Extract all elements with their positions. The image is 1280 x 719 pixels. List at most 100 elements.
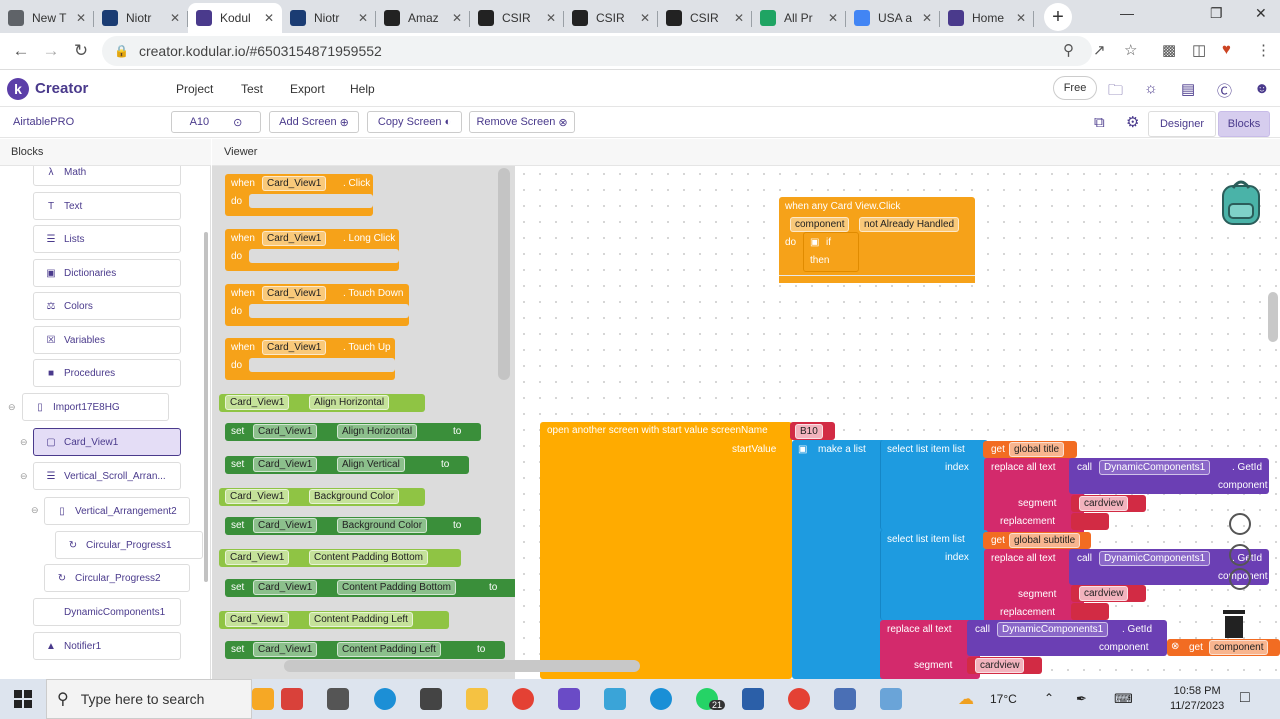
close-tab-icon[interactable]: ✕ xyxy=(640,11,650,25)
remove-screen-button[interactable]: Remove Screen ⊗ xyxy=(469,111,575,133)
add-screen-button[interactable]: Add Screen ⊕ xyxy=(269,111,359,133)
close-tab-icon[interactable]: ✕ xyxy=(264,11,274,25)
side-panel-icon[interactable]: ◫ xyxy=(1192,41,1206,59)
component-chip[interactable]: Card_View1 xyxy=(225,489,290,504)
screenshot-icon[interactable]: ⧉ xyxy=(1094,114,1105,131)
pen-icon[interactable]: ✒ xyxy=(1076,691,1087,707)
getter-block[interactable]: Card_View1 Content Padding Left xyxy=(219,611,449,629)
text-empty-block-2[interactable] xyxy=(1071,603,1109,620)
dyn3-chip[interactable]: DynamicComponents1 xyxy=(997,622,1109,637)
property-chip[interactable]: Align Horizontal xyxy=(337,424,418,439)
app-icon[interactable] xyxy=(604,688,626,710)
setter-block[interactable]: set Card_View1 Content Padding Bottom to xyxy=(225,579,515,597)
global-subtitle-chip[interactable]: global subtitle xyxy=(1009,533,1081,548)
close-tab-icon[interactable]: ✕ xyxy=(358,11,368,25)
component-chip[interactable]: Card_View1 xyxy=(253,580,318,595)
browser-tab[interactable]: USA a ✕ xyxy=(846,3,940,33)
new-tab-button[interactable]: + xyxy=(1044,3,1072,31)
edge-icon[interactable] xyxy=(374,688,396,710)
screen-name-value[interactable]: B10 xyxy=(795,424,823,439)
workspace-vertical-scrollbar[interactable] xyxy=(1268,292,1278,342)
setter-block[interactable]: set Card_View1 Background Color to xyxy=(225,517,481,535)
getter-block[interactable]: Card_View1 Align Horizontal xyxy=(219,394,425,412)
get-global-subtitle-block[interactable]: get global subtitle xyxy=(983,532,1091,549)
app-icon[interactable] xyxy=(880,688,902,710)
getter-block[interactable]: Card_View1 Background Color xyxy=(219,488,425,506)
browser-tab[interactable]: CSIR ✕ xyxy=(564,3,658,33)
cardview1-chip[interactable]: cardview xyxy=(1079,496,1129,511)
backpack-icon[interactable] xyxy=(1217,176,1265,226)
zoom-icon[interactable]: ⚲ xyxy=(1063,41,1074,59)
call-getid-block-3[interactable]: call DynamicComponents1 . GetId componen… xyxy=(967,620,1167,656)
component-chip[interactable]: Card_View1 xyxy=(253,457,318,472)
windows-start-icon[interactable] xyxy=(0,679,46,719)
error-icon[interactable]: ⊗ xyxy=(1171,641,1179,652)
reload-icon[interactable]: ↻ xyxy=(66,41,96,61)
open-screen-block[interactable]: open another screen with start value scr… xyxy=(540,422,792,679)
notifications-icon[interactable]: □ xyxy=(1240,689,1250,707)
browser-tab[interactable]: Home ✕ xyxy=(940,3,1034,33)
text-empty-block-1[interactable] xyxy=(1071,513,1109,530)
collapse-toggle-icon[interactable]: ⊖ xyxy=(31,505,39,516)
global-title-chip[interactable]: global title xyxy=(1009,442,1065,457)
menu-help[interactable]: Help xyxy=(350,82,375,96)
sidebar-item[interactable]: ↻ Circular_Progress2 xyxy=(44,564,190,592)
zoom-in-icon[interactable] xyxy=(1229,544,1251,566)
trash-icon[interactable] xyxy=(1221,606,1247,638)
setter-block[interactable]: set Card_View1 Content Padding Left to xyxy=(225,641,505,659)
app-icon[interactable] xyxy=(558,688,580,710)
browser-tab[interactable]: All Pr ✕ xyxy=(752,3,846,33)
flyout-scrollbar[interactable] xyxy=(498,168,510,380)
blocks-button[interactable]: Blocks xyxy=(1218,111,1270,137)
get-component-block[interactable]: ⊗ get component xyxy=(1167,639,1280,656)
sidebar-scrollbar[interactable] xyxy=(204,232,208,582)
browser-tab[interactable]: New T ✕ xyxy=(0,3,94,33)
sidebar-item[interactable]: λ Math xyxy=(33,166,181,186)
share-icon[interactable]: ↗ xyxy=(1093,41,1106,59)
if-block[interactable]: ▣ if then xyxy=(803,232,859,272)
select-list-item-block-2[interactable]: select list item list index xyxy=(880,530,988,620)
sidebar-item[interactable]: ⚖ Colors xyxy=(33,292,181,320)
property-chip[interactable]: Align Vertical xyxy=(337,457,405,472)
close-tab-icon[interactable]: ✕ xyxy=(1016,11,1026,25)
recenter-icon[interactable] xyxy=(1229,513,1251,535)
collapse-toggle-icon[interactable]: ⊖ xyxy=(20,471,28,482)
getter-block[interactable]: Card_View1 Content Padding Bottom xyxy=(219,549,461,567)
collapse-toggle-icon[interactable]: ⊖ xyxy=(20,437,28,448)
docs-icon[interactable]: ▤ xyxy=(1181,80,1195,98)
dollar-icon[interactable]: Ⓒ xyxy=(1217,80,1232,101)
browser-tab[interactable]: CSIR ✕ xyxy=(658,3,752,33)
event-block[interactable]: when Card_View1 . Long Click do xyxy=(225,229,399,271)
cardview3-chip[interactable]: cardview xyxy=(975,658,1025,673)
component-chip[interactable]: Card_View1 xyxy=(253,424,318,439)
close-tab-icon[interactable]: ✕ xyxy=(734,11,744,25)
sidebar-item[interactable]: ☒ Variables xyxy=(33,326,181,354)
file-explorer-icon[interactable] xyxy=(466,688,488,710)
url-field[interactable]: 🔒 creator.kodular.io/#6503154871959552 xyxy=(102,36,1092,66)
component-chip[interactable]: Card_View1 xyxy=(253,642,318,657)
component-chip[interactable]: Card_View1 xyxy=(262,340,327,355)
close-tab-icon[interactable]: ✕ xyxy=(76,11,86,25)
chrome-icon[interactable] xyxy=(512,688,534,710)
property-chip[interactable]: Background Color xyxy=(309,489,400,504)
component-chip[interactable]: Card_View1 xyxy=(262,231,327,246)
gear-icon[interactable]: ▣ xyxy=(810,237,819,248)
any-card-view-click-block[interactable]: when any Card View.Click component not A… xyxy=(779,197,975,283)
menu-export[interactable]: Export xyxy=(290,82,325,96)
text-cardview-block-2[interactable]: cardview xyxy=(1071,585,1146,602)
browser-tab[interactable]: Amaz ✕ xyxy=(376,3,470,33)
copy-screen-button[interactable]: Copy Screen ◐ xyxy=(367,111,462,133)
app-icon[interactable] xyxy=(742,688,764,710)
sidebar-item[interactable]: ↻ Circular_Progress1 xyxy=(55,531,203,559)
bookmark-star-icon[interactable]: ☆ xyxy=(1124,41,1137,59)
component-chip[interactable]: Card_View1 xyxy=(262,286,327,301)
close-tab-icon[interactable]: ✕ xyxy=(546,11,556,25)
browser-tab[interactable]: Niotr ✕ xyxy=(282,3,376,33)
cardview2-chip[interactable]: cardview xyxy=(1079,586,1129,601)
component-chip[interactable]: Card_View1 xyxy=(225,395,290,410)
close-window-icon[interactable]: ✕ xyxy=(1255,5,1267,22)
zoom-out-icon[interactable] xyxy=(1229,568,1251,590)
get-global-title-block[interactable]: get global title xyxy=(983,441,1077,458)
extension-icon[interactable]: ♥ xyxy=(1222,41,1231,58)
sidebar-item[interactable]: ▯ Import17E8HG xyxy=(22,393,169,421)
